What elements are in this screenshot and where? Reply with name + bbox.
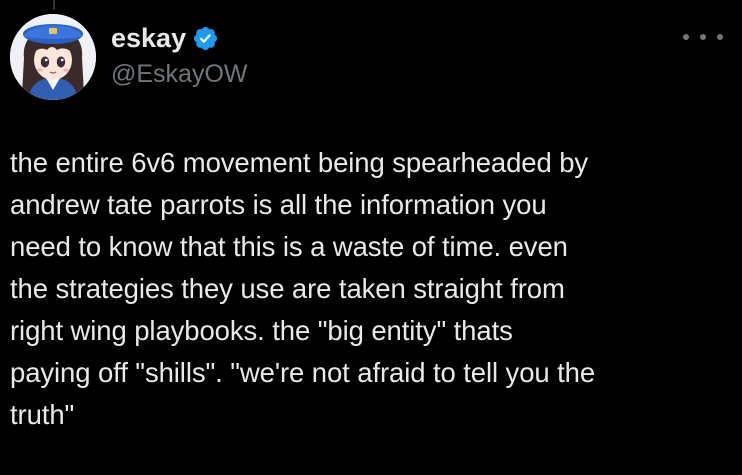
more-options-icon — [683, 34, 689, 40]
display-name[interactable]: eskay — [111, 20, 186, 56]
avatar[interactable] — [10, 14, 96, 100]
author-info: eskay @EskayOW — [111, 20, 248, 90]
thread-connector-line — [53, 0, 55, 10]
more-options-button[interactable] — [683, 25, 723, 49]
handle[interactable]: @EskayOW — [111, 58, 248, 90]
tweet: eskay @EskayOW the entire 6v6 movement b… — [0, 0, 742, 475]
more-options-icon-dot — [700, 34, 706, 40]
name-row: eskay — [111, 20, 248, 56]
anime-avatar-icon — [10, 14, 96, 100]
tweet-text: the entire 6v6 movement being spearheade… — [10, 147, 596, 430]
verified-badge-icon — [194, 26, 218, 50]
more-options-icon-dot — [717, 34, 723, 40]
